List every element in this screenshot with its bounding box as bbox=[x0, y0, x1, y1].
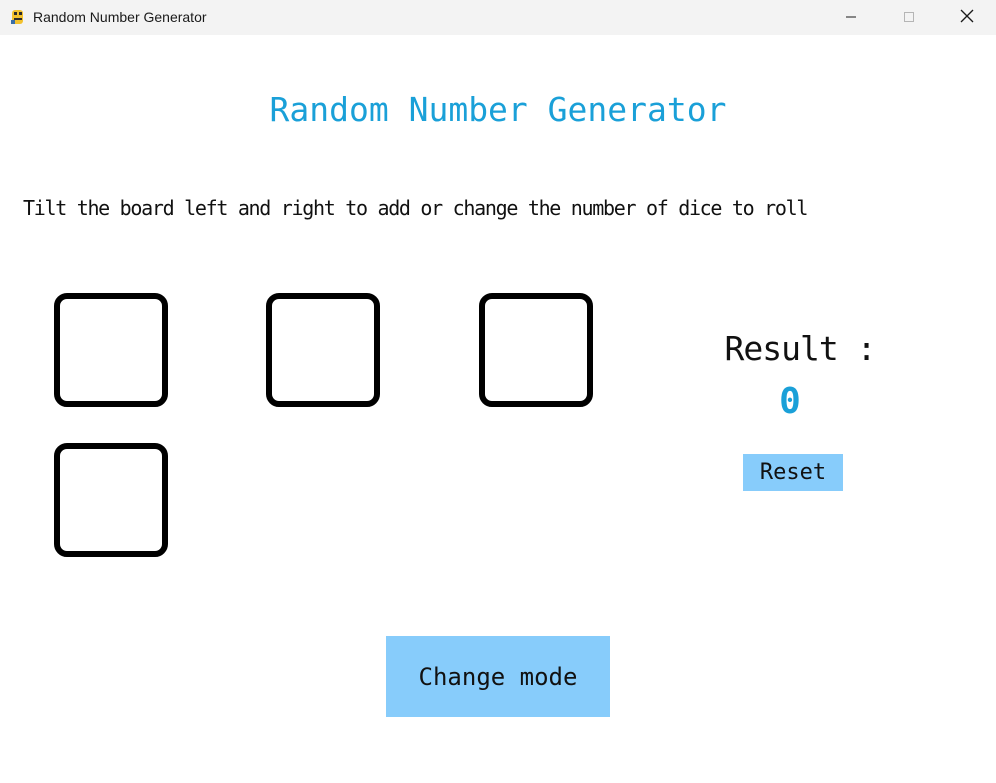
die-slot bbox=[479, 293, 593, 407]
change-mode-button[interactable]: Change mode bbox=[386, 636, 610, 717]
app-window: Random Number Generator Random Number Ge… bbox=[0, 0, 996, 783]
minimize-icon bbox=[845, 8, 857, 27]
page-title: Random Number Generator bbox=[269, 90, 727, 129]
close-icon bbox=[960, 8, 974, 27]
close-button[interactable] bbox=[938, 0, 996, 35]
python-snake-icon bbox=[9, 8, 27, 26]
minimize-button[interactable] bbox=[822, 0, 880, 35]
die-slot bbox=[54, 293, 168, 407]
die-slot bbox=[54, 443, 168, 557]
game-canvas: Random Number Generator Tilt the board l… bbox=[0, 35, 996, 783]
reset-button[interactable]: Reset bbox=[743, 454, 843, 491]
title-bar[interactable]: Random Number Generator bbox=[0, 0, 996, 35]
die-slot bbox=[266, 293, 380, 407]
maximize-icon bbox=[903, 8, 915, 27]
maximize-button[interactable] bbox=[880, 0, 938, 35]
instructions-text: Tilt the board left and right to add or … bbox=[23, 196, 808, 220]
result-label: Result : bbox=[724, 329, 877, 368]
window-title: Random Number Generator bbox=[33, 9, 207, 25]
result-value: 0 bbox=[779, 381, 801, 422]
